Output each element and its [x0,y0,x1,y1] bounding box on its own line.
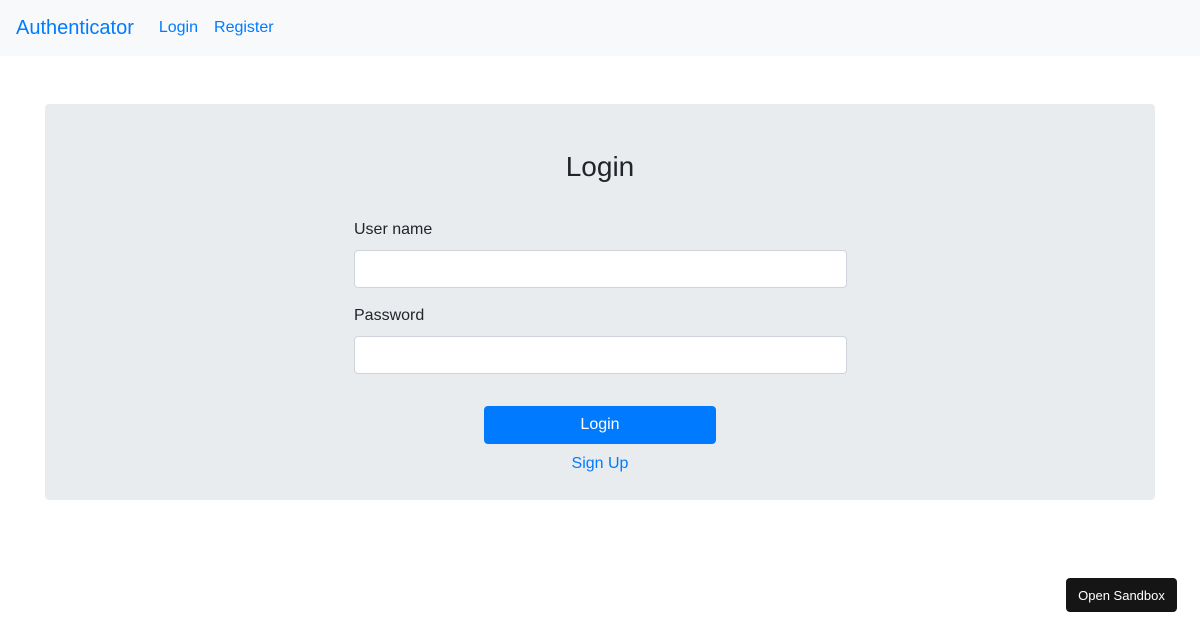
page-title: Login [565,151,635,182]
sign-up-link[interactable]: Sign Up [0,454,1200,474]
nav-login-link[interactable]: Login [159,20,198,36]
navbar: Authenticator Login Register [0,0,1200,56]
brand-link[interactable]: Authenticator [16,18,134,38]
username-label: User name [354,221,433,238]
password-input[interactable] [354,336,847,374]
login-button[interactable]: Login [484,406,716,444]
nav-register-link[interactable]: Register [214,20,274,36]
open-sandbox-button[interactable]: Open Sandbox [1066,578,1177,612]
password-label: Password [354,307,425,324]
username-input[interactable] [354,250,847,288]
